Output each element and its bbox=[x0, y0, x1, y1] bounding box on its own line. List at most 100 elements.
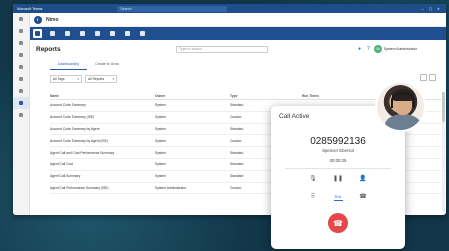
record-toggle[interactable]: R/A bbox=[333, 192, 343, 201]
hold-pause-icon[interactable]: ❚❚ bbox=[333, 174, 343, 183]
mute-microphone-icon[interactable]: 🎙 bbox=[309, 174, 318, 183]
caller-avatar-photo bbox=[375, 81, 426, 132]
cell-owner: System bbox=[155, 115, 166, 120]
report-filters: All Tags All Reports bbox=[30, 74, 446, 84]
reports-filter[interactable]: All Reports bbox=[85, 75, 117, 83]
caller-name: Spencer Ebersol bbox=[322, 148, 354, 153]
tags-filter-label: All Tags bbox=[53, 77, 65, 81]
more-icon bbox=[19, 88, 23, 93]
tab-dashboards[interactable]: Dashboard(s) bbox=[50, 60, 88, 70]
app-header: ◐ Nimo bbox=[30, 13, 446, 27]
transfer-icon[interactable]: ☎ bbox=[359, 192, 368, 201]
global-search[interactable]: Search bbox=[117, 5, 228, 12]
left-rail bbox=[13, 13, 30, 215]
chat-icon bbox=[19, 28, 23, 33]
grid-view-button[interactable] bbox=[429, 74, 436, 81]
rail-item-calls[interactable] bbox=[13, 61, 29, 73]
call-controls-row-1: 🎙 ❚❚ 👤 bbox=[271, 174, 405, 183]
reports-icon bbox=[35, 31, 40, 36]
cell-name: Agent Call Summary bbox=[50, 174, 81, 179]
app-title: Microsoft Teams bbox=[17, 6, 43, 11]
cell-name: Account Code Summary by Agent bbox=[50, 126, 100, 131]
headset-icon bbox=[391, 92, 415, 108]
list-view-button[interactable] bbox=[420, 74, 427, 81]
calendar-icon bbox=[19, 52, 23, 57]
toolbar-person[interactable] bbox=[78, 29, 87, 38]
cell-owner: System bbox=[155, 103, 166, 108]
add-participant-icon[interactable]: 👤 bbox=[359, 174, 368, 183]
toolbar-grid[interactable] bbox=[48, 29, 57, 38]
rail-item-chat[interactable] bbox=[13, 25, 29, 37]
view-toggle bbox=[420, 74, 436, 81]
cell-owner: System bbox=[155, 162, 166, 167]
toolbar-gear[interactable] bbox=[138, 29, 147, 38]
rail-item-teams[interactable] bbox=[13, 37, 29, 49]
reports-filter-label: All Reports bbox=[88, 77, 105, 81]
headset-icon bbox=[95, 31, 100, 36]
avatar-shirt bbox=[385, 114, 421, 130]
page-title: Reports bbox=[36, 45, 61, 53]
col-name[interactable]: Name bbox=[50, 94, 155, 98]
calendar-icon bbox=[65, 31, 70, 36]
rail-item-files[interactable] bbox=[13, 73, 29, 85]
user-name: System Administrator bbox=[383, 47, 417, 51]
toolbar-settings-b[interactable] bbox=[123, 29, 132, 38]
files-icon bbox=[19, 76, 23, 81]
report-search-input[interactable]: Type to search bbox=[176, 45, 268, 53]
rail-item-calendar[interactable] bbox=[13, 49, 29, 61]
person-icon bbox=[80, 31, 85, 36]
help-icon[interactable]: ? bbox=[367, 46, 370, 52]
list-icon bbox=[125, 31, 130, 36]
cell-owner: System bbox=[155, 138, 166, 143]
cell-owner: System bbox=[155, 126, 166, 131]
call-title: Call Active bbox=[279, 113, 310, 120]
toolbar-headset[interactable] bbox=[93, 29, 102, 38]
report-search-placeholder: Type to search bbox=[179, 47, 202, 51]
keypad-icon[interactable]: ⠿ bbox=[309, 192, 318, 201]
report-tabs: Dashboard(s) Create to Grow bbox=[30, 60, 446, 70]
cell-name: Agent Call Cost bbox=[50, 162, 73, 167]
caller-number: 0285992136 bbox=[310, 136, 366, 147]
table-scrollbar[interactable] bbox=[442, 92, 445, 212]
tab-create[interactable]: Create to Grow bbox=[87, 60, 127, 70]
hang-up-icon: ☎ bbox=[333, 218, 343, 228]
teams-icon bbox=[19, 40, 23, 45]
app-toolbar bbox=[30, 27, 446, 40]
call-controls-row-2: ⠿ R/A ☎ bbox=[271, 192, 405, 201]
toolbar-reports[interactable] bbox=[33, 29, 42, 38]
col-type[interactable]: Type bbox=[230, 94, 302, 98]
activity-icon bbox=[19, 16, 23, 21]
rail-item-apps[interactable] bbox=[13, 109, 29, 121]
app-name: Nimo bbox=[46, 16, 59, 23]
cell-name: Account Code Summary bbox=[50, 103, 86, 108]
cell-name: Account Code Summary (ISE) bbox=[50, 115, 95, 120]
tags-filter[interactable]: All Tags bbox=[50, 75, 82, 83]
calls-icon bbox=[19, 64, 23, 69]
call-duration: 00:00:25 bbox=[329, 158, 347, 163]
page-header: Reports Type to search ● ? SA System Adm… bbox=[30, 40, 446, 58]
scrollbar-thumb[interactable] bbox=[442, 92, 445, 122]
nimo-icon bbox=[19, 100, 23, 105]
toolbar-settings-a[interactable] bbox=[108, 29, 117, 38]
rail-item-more[interactable] bbox=[13, 85, 29, 97]
window-controls[interactable]: – ▢ ✕ bbox=[422, 7, 442, 11]
cell-name: Agent Call and Chat Performance Summary bbox=[50, 150, 115, 155]
col-owner[interactable]: Owner bbox=[155, 94, 230, 98]
call-divider bbox=[285, 168, 391, 169]
cell-owner: System bbox=[155, 174, 166, 179]
hang-up-button[interactable]: ☎ bbox=[328, 213, 348, 233]
global-search-label: Search bbox=[120, 6, 132, 11]
user-menu[interactable]: SA System Administrator bbox=[373, 45, 417, 53]
grid-icon bbox=[50, 31, 55, 36]
gear-icon bbox=[140, 31, 145, 36]
rail-item-activity[interactable] bbox=[13, 13, 29, 25]
rail-item-nimo[interactable] bbox=[13, 97, 29, 109]
status-icon[interactable]: ● bbox=[358, 46, 361, 52]
apps-icon bbox=[19, 112, 23, 117]
cell-owner: System bbox=[155, 150, 166, 155]
window-titlebar: Microsoft Teams Search – ▢ ✕ bbox=[13, 4, 446, 13]
user-avatar: SA bbox=[373, 45, 382, 53]
toolbar-calendar[interactable] bbox=[63, 29, 72, 38]
col-run-times[interactable]: Run Times bbox=[302, 94, 382, 98]
app-logo-icon: ◐ bbox=[34, 15, 42, 24]
